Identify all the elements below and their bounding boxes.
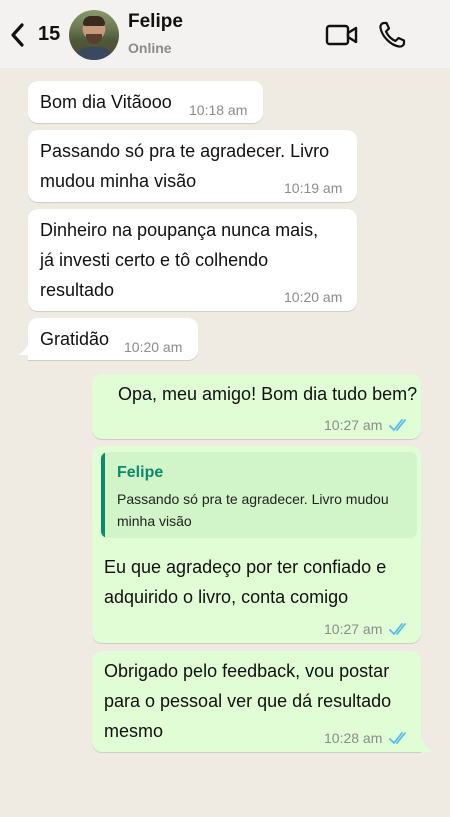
unread-count[interactable]: 15: [38, 23, 60, 46]
message-time: 10:28 am: [324, 730, 383, 746]
chat-header: 15 Felipe Online: [0, 0, 450, 68]
avatar-hair: [83, 16, 105, 26]
voice-call-icon[interactable]: [377, 20, 407, 50]
message-out-reply[interactable]: Felipe Passando só pra te agradecer. Liv…: [92, 446, 421, 643]
quoted-message[interactable]: Felipe Passando só pra te agradecer. Liv…: [101, 452, 417, 538]
video-call-icon[interactable]: [325, 23, 359, 47]
message-text: Dinheiro na poupança nunca mais, já inve…: [40, 220, 319, 300]
contact-name[interactable]: Felipe: [128, 11, 183, 33]
double-check-icon: [389, 623, 406, 635]
message-in[interactable]: Gratidão 10:20 am: [28, 318, 198, 360]
message-time: 10:18 am: [189, 102, 248, 118]
message-time: 10:20 am: [284, 289, 343, 305]
online-status: Online: [128, 40, 172, 56]
quote-accent-bar: [101, 452, 105, 538]
message-in[interactable]: Bom dia Vitãooo 10:18 am: [28, 81, 263, 123]
message-text: Eu que agradeço por ter confiado e adqui…: [104, 557, 387, 607]
double-check-icon: [389, 732, 406, 744]
double-check-icon: [389, 419, 406, 431]
message-in[interactable]: Dinheiro na poupança nunca mais, já inve…: [28, 209, 357, 311]
message-out[interactable]: Obrigado pelo feedback, vou postar para …: [92, 651, 421, 752]
message-time: 10:27 am: [324, 417, 383, 433]
message-text: Opa, meu amigo! Bom dia tudo bem?: [118, 384, 418, 404]
avatar-shirt: [74, 47, 114, 60]
avatar-beard: [86, 34, 102, 44]
message-out[interactable]: Opa, meu amigo! Bom dia tudo bem? 10:27 …: [92, 374, 421, 439]
bubble-tail: [421, 738, 433, 752]
message-time: 10:19 am: [284, 180, 343, 196]
message-time: 10:27 am: [324, 621, 383, 637]
quoted-text: Passando só pra te agradecer. Livro mudo…: [117, 491, 389, 529]
quoted-sender: Felipe: [117, 464, 164, 481]
message-text: Bom dia Vitãooo: [40, 92, 172, 112]
message-text: Gratidão: [40, 329, 110, 349]
avatar[interactable]: [69, 10, 119, 60]
back-arrow-icon[interactable]: [8, 22, 28, 48]
message-time: 10:20 am: [124, 339, 183, 355]
message-in[interactable]: Passando só pra te agradecer. Livro mudo…: [28, 130, 357, 202]
